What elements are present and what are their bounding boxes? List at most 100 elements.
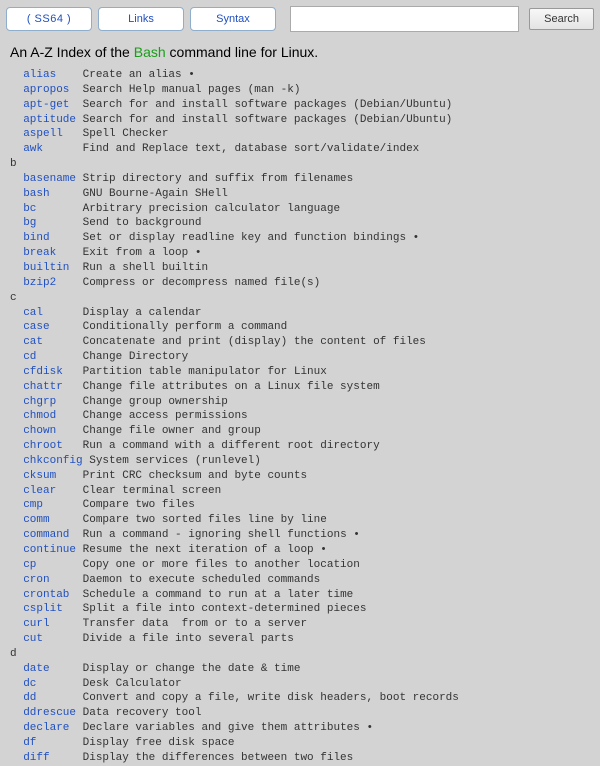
command-desc: Run a shell builtin xyxy=(69,262,208,274)
command-desc: Compare two sorted files line by line xyxy=(50,514,327,526)
command-link[interactable]: comm xyxy=(23,514,49,526)
command-desc: Convert and copy a file, write disk head… xyxy=(36,692,458,704)
command-desc: Copy one or more files to another locati… xyxy=(36,559,359,571)
command-link[interactable]: cut xyxy=(23,633,43,645)
command-link[interactable]: cat xyxy=(23,336,43,348)
command-link[interactable]: chattr xyxy=(23,381,63,393)
syntax-button[interactable]: Syntax xyxy=(190,7,276,31)
command-link[interactable]: df xyxy=(23,737,36,749)
command-desc: Display a calendar xyxy=(43,307,201,319)
command-desc: Set or display readline key and function… xyxy=(50,232,420,244)
top-nav: ( SS64 ) Links Syntax Search xyxy=(0,0,600,38)
command-link[interactable]: ddrescue xyxy=(23,707,76,719)
command-link[interactable]: builtin xyxy=(23,262,69,274)
command-link[interactable]: aptitude xyxy=(23,114,76,126)
command-desc: Compress or decompress named file(s) xyxy=(56,277,320,289)
command-link[interactable]: chroot xyxy=(23,440,63,452)
command-desc: Find and Replace text, database sort/val… xyxy=(43,143,419,155)
command-desc: Partition table manipulator for Linux xyxy=(63,366,327,378)
command-link[interactable]: cksum xyxy=(23,470,56,482)
command-link[interactable]: csplit xyxy=(23,603,63,615)
command-desc: Resume the next iteration of a loop • xyxy=(76,544,327,556)
command-link[interactable]: clear xyxy=(23,485,56,497)
command-link[interactable]: cp xyxy=(23,559,36,571)
command-desc: Create an alias • xyxy=(56,69,195,81)
command-link[interactable]: chown xyxy=(23,425,56,437)
command-desc: Print CRC checksum and byte counts xyxy=(56,470,307,482)
command-link[interactable]: alias xyxy=(23,69,56,81)
section-letter: b xyxy=(10,158,17,170)
command-link[interactable]: bg xyxy=(23,217,36,229)
command-desc: Divide a file into several parts xyxy=(43,633,294,645)
section-letter: d xyxy=(10,648,17,660)
command-desc: Conditionally perform a command xyxy=(50,321,288,333)
command-desc: Schedule a command to run at a later tim… xyxy=(69,589,353,601)
command-link[interactable]: apropos xyxy=(23,84,69,96)
command-link[interactable]: bind xyxy=(23,232,49,244)
command-link[interactable]: cron xyxy=(23,574,49,586)
command-link[interactable]: bzip2 xyxy=(23,277,56,289)
search-input[interactable] xyxy=(290,6,519,32)
command-desc: Transfer data from or to a server xyxy=(50,618,307,630)
command-link[interactable]: dd xyxy=(23,692,36,704)
command-link[interactable]: declare xyxy=(23,722,69,734)
command-desc: Change file owner and group xyxy=(56,425,261,437)
command-desc: Arbitrary precision calculator language xyxy=(36,203,340,215)
command-desc: Search for and install software packages… xyxy=(69,99,452,111)
command-desc: Change file attributes on a Linux file s… xyxy=(63,381,380,393)
command-link[interactable]: chgrp xyxy=(23,396,56,408)
command-desc: Run a command with a different root dire… xyxy=(63,440,380,452)
command-desc: Display free disk space xyxy=(36,737,234,749)
command-desc: Display or change the date & time xyxy=(50,663,301,675)
title-bash-word[interactable]: Bash xyxy=(134,44,166,60)
command-link[interactable]: crontab xyxy=(23,589,69,601)
command-desc: Declare variables and give them attribut… xyxy=(69,722,373,734)
command-desc: Exit from a loop • xyxy=(56,247,201,259)
command-link[interactable]: cd xyxy=(23,351,36,363)
command-desc: Run a command - ignoring shell functions… xyxy=(69,529,359,541)
command-link[interactable]: break xyxy=(23,247,56,259)
command-desc: Change group ownership xyxy=(56,396,228,408)
command-desc: GNU Bourne-Again SHell xyxy=(50,188,228,200)
page-title: An A-Z Index of the Bash command line fo… xyxy=(10,44,590,60)
command-desc: Send to background xyxy=(36,217,201,229)
section-letter: c xyxy=(10,292,17,304)
command-desc: Concatenate and print (display) the cont… xyxy=(43,336,426,348)
command-link[interactable]: command xyxy=(23,529,69,541)
command-link[interactable]: basename xyxy=(23,173,76,185)
command-desc: Data recovery tool xyxy=(76,707,201,719)
command-link[interactable]: cal xyxy=(23,307,43,319)
command-link[interactable]: case xyxy=(23,321,49,333)
command-desc: Spell Checker xyxy=(63,128,169,140)
command-desc: Change access permissions xyxy=(56,410,247,422)
command-link[interactable]: apt-get xyxy=(23,99,69,111)
command-link[interactable]: continue xyxy=(23,544,76,556)
command-link[interactable]: chmod xyxy=(23,410,56,422)
search-button[interactable]: Search xyxy=(529,8,594,30)
command-desc: Change Directory xyxy=(36,351,188,363)
command-link[interactable]: curl xyxy=(23,618,49,630)
title-suffix: command line for Linux. xyxy=(166,44,319,60)
command-link[interactable]: bc xyxy=(23,203,36,215)
command-desc: Display the differences between two file… xyxy=(50,752,354,764)
command-link[interactable]: awk xyxy=(23,143,43,155)
command-link[interactable]: bash xyxy=(23,188,49,200)
command-link[interactable]: aspell xyxy=(23,128,63,140)
command-link[interactable]: cfdisk xyxy=(23,366,63,378)
command-desc: System services (runlevel) xyxy=(83,455,261,467)
command-desc: Compare two files xyxy=(43,499,195,511)
command-desc: Search Help manual pages (man -k) xyxy=(69,84,300,96)
command-desc: Daemon to execute scheduled commands xyxy=(50,574,321,586)
links-button[interactable]: Links xyxy=(98,7,184,31)
command-desc: Strip directory and suffix from filename… xyxy=(76,173,353,185)
command-link[interactable]: chkconfig xyxy=(23,455,82,467)
logo-button[interactable]: ( SS64 ) xyxy=(6,7,92,31)
command-listing: alias Create an alias • apropos Search H… xyxy=(10,68,590,766)
command-desc: Desk Calculator xyxy=(36,678,181,690)
title-prefix: An A-Z Index of the xyxy=(10,44,134,60)
command-link[interactable]: date xyxy=(23,663,49,675)
command-desc: Search for and install software packages… xyxy=(76,114,452,126)
command-link[interactable]: cmp xyxy=(23,499,43,511)
command-link[interactable]: diff xyxy=(23,752,49,764)
command-link[interactable]: dc xyxy=(23,678,36,690)
